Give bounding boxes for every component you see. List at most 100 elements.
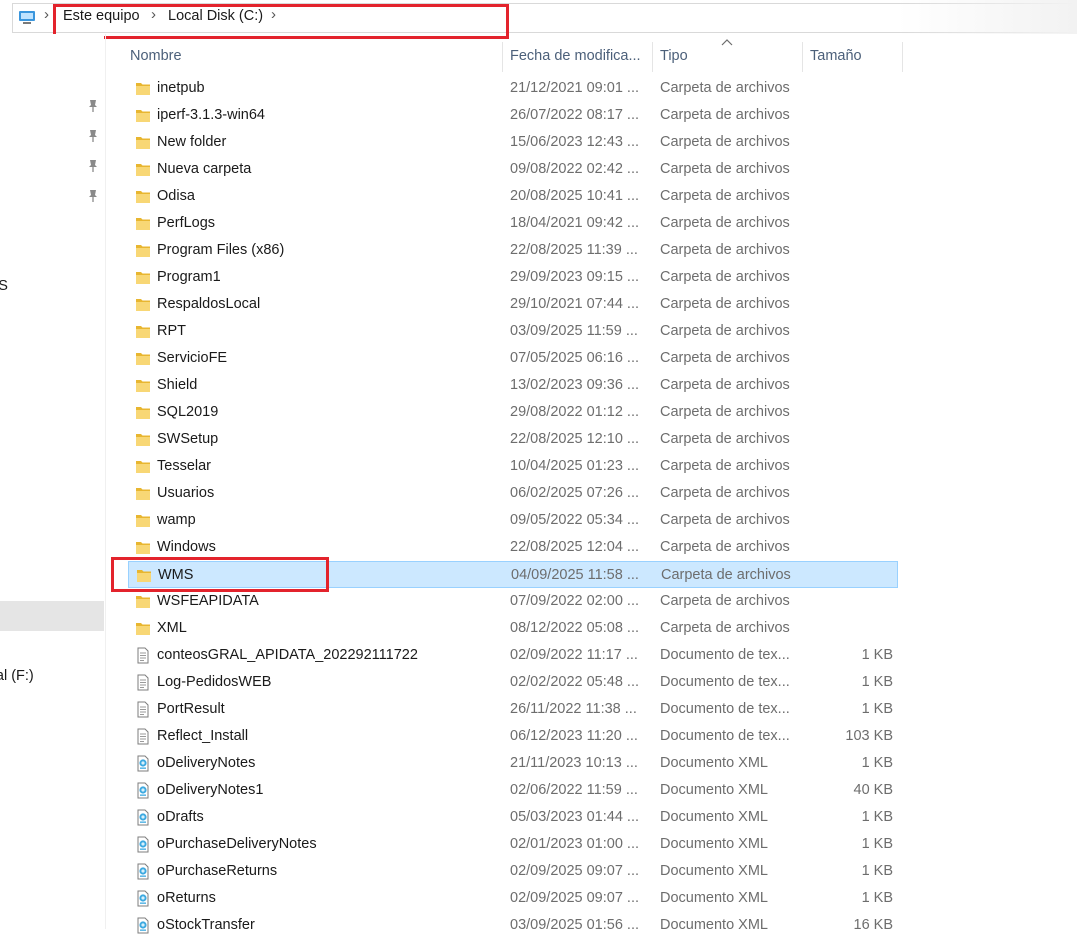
file-row[interactable]: Log-PedidosWEB 02/02/2022 05:48 ... Docume… [128,669,898,696]
file-type: Carpeta de archivos [660,215,790,231]
file-type: Carpeta de archivos [660,539,790,555]
file-row[interactable]: oPurchaseReturns 02/09/2025 09:07 ... Docu… [128,858,898,885]
file-row[interactable]: Shield 13/02/2023 09:36 ... Carpeta de arc… [128,372,898,399]
file-row[interactable]: SWSetup 22/08/2025 12:10 ... Carpeta de ar… [128,426,898,453]
text-file-icon [137,674,149,691]
file-type: Documento XML [660,782,768,798]
file-name: oPurchaseReturns [157,863,278,879]
file-row[interactable]: iperf-3.1.3-win64 26/07/2022 08:17 ... Car… [128,102,898,129]
file-size: 1 KB [861,647,893,663]
file-row[interactable]: inetpub 21/12/2021 09:01 ... Carpeta de ar… [128,75,898,102]
file-name: iperf-3.1.3-win64 [157,107,265,123]
nav-item[interactable]: Acceso rápido [0,61,104,91]
file-type: Documento XML [660,863,768,879]
file-row[interactable]: oDeliveryNotes1 02/06/2022 11:59 ... Docum… [128,777,898,804]
file-name: Reflect_Install [157,728,249,744]
xml-file-icon [137,782,149,799]
file-type: Carpeta de archivos [660,188,790,204]
file-row[interactable]: oPurchaseDeliveryNotes 02/01/2023 01:00 .… [128,831,898,858]
file-name: WSFEAPIDATA [157,593,259,609]
column-separator[interactable] [502,42,503,72]
nav-item-label: USB Drive (E:) [0,631,104,661]
file-row[interactable]: Reflect_Install 06/12/2023 11:20 ... Docum… [128,723,898,750]
xml-file-icon [137,809,149,826]
nav-item[interactable]: Descargas [0,391,104,421]
file-row[interactable]: Nueva carpeta 09/08/2022 02:42 ... Carpeta… [128,156,898,183]
file-row[interactable]: oStockTransfer 03/09/2025 01:56 ... Docume… [128,912,898,939]
file-row[interactable]: Program1 29/09/2023 09:15 ... Carpeta de a… [128,264,898,291]
column-header-type[interactable]: Tipo [660,48,688,64]
this-pc-icon [19,11,35,24]
file-row[interactable]: oDrafts 05/03/2023 01:44 ... Documento XML… [128,804,898,831]
pin-icon[interactable] [87,99,99,113]
file-type: Carpeta de archivos [660,512,790,528]
text-file-icon [137,647,149,664]
column-separator[interactable] [802,42,803,72]
file-type: Carpeta de archivos [660,296,790,312]
nav-item[interactable]: Objetos 3D [0,541,104,571]
pin-icon[interactable] [87,159,99,173]
pin-icon[interactable] [87,129,99,143]
pin-icon[interactable] [87,189,99,203]
file-type: Carpeta de archivos [660,458,790,474]
nav-item[interactable]: Documentos [0,151,104,181]
file-row[interactable]: New folder 15/06/2023 12:43 ... Carpeta de… [128,129,898,156]
file-row[interactable]: WSFEAPIDATA 07/09/2022 02:00 ... Carpeta d… [128,588,898,615]
xml-file-icon [137,890,149,907]
file-type: Carpeta de archivos [660,161,790,177]
nav-item[interactable]: USB Drive (E:) [0,631,104,661]
nav-item[interactable]: Imágenes [0,481,104,511]
nav-item[interactable]: Descargas [0,121,104,151]
address-bar-fade [897,0,1077,34]
column-header-name[interactable]: Nombre [130,48,182,64]
file-row[interactable]: ServicioFE 07/05/2025 06:16 ... Carpeta de… [128,345,898,372]
file-size: 1 KB [861,701,893,717]
nav-item[interactable]: Documentos [0,421,104,451]
file-row[interactable]: oReturns 02/09/2025 09:07 ... Documento XM… [128,885,898,912]
file-row[interactable]: PerfLogs 18/04/2021 09:42 ... Carpeta de a… [128,210,898,237]
column-header-size[interactable]: Tamaño [810,48,862,64]
file-row[interactable]: conteosGRAL_APIDATA_202292111722 02/09/20… [128,642,898,669]
text-file-icon [137,701,149,718]
file-row[interactable]: RPT 03/09/2025 11:59 ... Carpeta de archiv… [128,318,898,345]
nav-item[interactable]: RespaldosLocal (F:) [0,661,104,691]
nav-item-label: RespaldosLocal (F:) [0,668,34,684]
column-header-date[interactable]: Fecha de modifica... [510,48,641,64]
folder-icon [136,245,150,257]
nav-item[interactable]: Local Disk (C:) [0,301,104,331]
file-name: wamp [157,512,196,528]
file-date-modified: 02/06/2022 11:59 ... [510,782,638,798]
nav-item[interactable]: RespaldosWMS [0,271,104,301]
navigation-pane: Acceso rápidoEscritorioDescargasDocument… [0,34,104,929]
nav-item[interactable]: Escritorio [0,361,104,391]
file-row[interactable]: oDeliveryNotes 21/11/2023 10:13 ... Docume… [128,750,898,777]
file-type: Documento de tex... [660,728,790,744]
column-separator[interactable] [652,42,653,72]
file-date-modified: 02/09/2022 11:17 ... [510,647,638,663]
file-name: PerfLogs [157,215,216,231]
pane-divider[interactable] [105,34,106,929]
nav-item-label: Acceso rápido [0,61,104,91]
file-row[interactable]: XML 08/12/2022 05:08 ... Carpeta de archiv… [128,615,898,642]
column-separator[interactable] [902,42,903,72]
file-row[interactable]: Usuarios 06/02/2025 07:26 ... Carpeta de a… [128,480,898,507]
nav-item[interactable]: Música [0,451,104,481]
file-row[interactable]: Tesselar 10/04/2025 01:23 ... Carpeta de a… [128,453,898,480]
folder-icon [136,83,150,95]
file-row[interactable]: RespaldosLocal 29/10/2021 07:44 ... Carpet… [128,291,898,318]
file-row[interactable]: SQL2019 29/08/2022 01:12 ... Carpeta de ar… [128,399,898,426]
file-row[interactable]: PortResult 26/11/2022 11:38 ... Documento … [128,696,898,723]
file-type: Carpeta de archivos [660,593,790,609]
file-row[interactable]: wamp 09/05/2022 05:34 ... Carpeta de archi… [128,507,898,534]
chevron-right-icon[interactable]: › [44,6,49,23]
file-row[interactable]: Program Files (x86) 22/08/2025 11:39 ... C… [128,237,898,264]
nav-item[interactable]: New folder [0,241,104,271]
file-date-modified: 07/05/2025 06:16 ... [510,350,639,366]
file-date-modified: 22/08/2025 11:39 ... [510,242,638,258]
file-name: PortResult [157,701,225,717]
nav-item[interactable]: Imágenes [0,181,104,211]
file-row[interactable]: Odisa 20/08/2025 10:41 ... Carpeta de arch… [128,183,898,210]
file-type: Documento XML [660,890,768,906]
nav-item[interactable]: Local Disk (C:) [0,601,104,631]
nav-item[interactable]: Escritorio [0,91,104,121]
